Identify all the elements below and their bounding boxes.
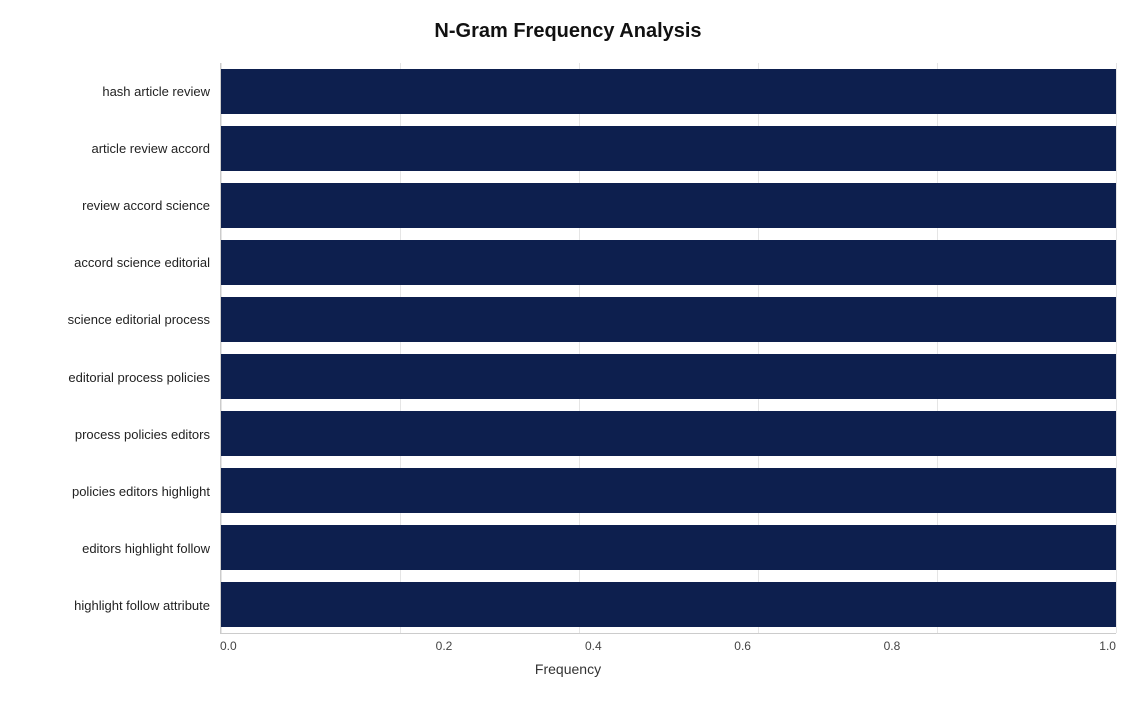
bar-row (221, 519, 1116, 576)
bar (221, 183, 1116, 228)
bar (221, 297, 1116, 342)
chart-container: N-Gram Frequency Analysis hash article r… (0, 0, 1136, 701)
y-label: process policies editors (20, 406, 220, 463)
bar-row (221, 576, 1116, 633)
bar-row (221, 405, 1116, 462)
x-tick: 1.0 (967, 639, 1116, 653)
x-axis-label: Frequency (20, 661, 1116, 677)
x-tick: 0.2 (369, 639, 518, 653)
x-tick: 0.6 (668, 639, 817, 653)
bar-row (221, 348, 1116, 405)
chart-title: N-Gram Frequency Analysis (20, 20, 1116, 43)
bar-row (221, 120, 1116, 177)
chart-area: hash article reviewarticle review accord… (20, 63, 1116, 624)
bars-area (220, 63, 1116, 634)
bar-row (221, 291, 1116, 348)
y-label: hash article review (20, 63, 220, 120)
bar (221, 525, 1116, 570)
bar (221, 582, 1116, 627)
bar (221, 468, 1116, 513)
x-tick: 0.0 (220, 639, 369, 653)
bar (221, 354, 1116, 399)
y-label: science editorial process (20, 291, 220, 348)
y-label: editorial process policies (20, 349, 220, 406)
grid-line (1116, 63, 1117, 633)
bar-row (221, 462, 1116, 519)
y-label: highlight follow attribute (20, 577, 220, 634)
y-label: accord science editorial (20, 234, 220, 291)
bar-row (221, 177, 1116, 234)
y-label: article review accord (20, 120, 220, 177)
x-tick: 0.4 (519, 639, 668, 653)
y-label: review accord science (20, 177, 220, 234)
x-tick: 0.8 (817, 639, 966, 653)
bar (221, 69, 1116, 114)
bar (221, 411, 1116, 456)
bar-row (221, 234, 1116, 291)
y-labels: hash article reviewarticle review accord… (20, 63, 220, 634)
bar-row (221, 63, 1116, 120)
y-label: policies editors highlight (20, 463, 220, 520)
bar (221, 126, 1116, 171)
y-label: editors highlight follow (20, 520, 220, 577)
x-axis: 0.00.20.40.60.81.0 (20, 639, 1116, 653)
plot-area: hash article reviewarticle review accord… (20, 63, 1116, 634)
bar (221, 240, 1116, 285)
